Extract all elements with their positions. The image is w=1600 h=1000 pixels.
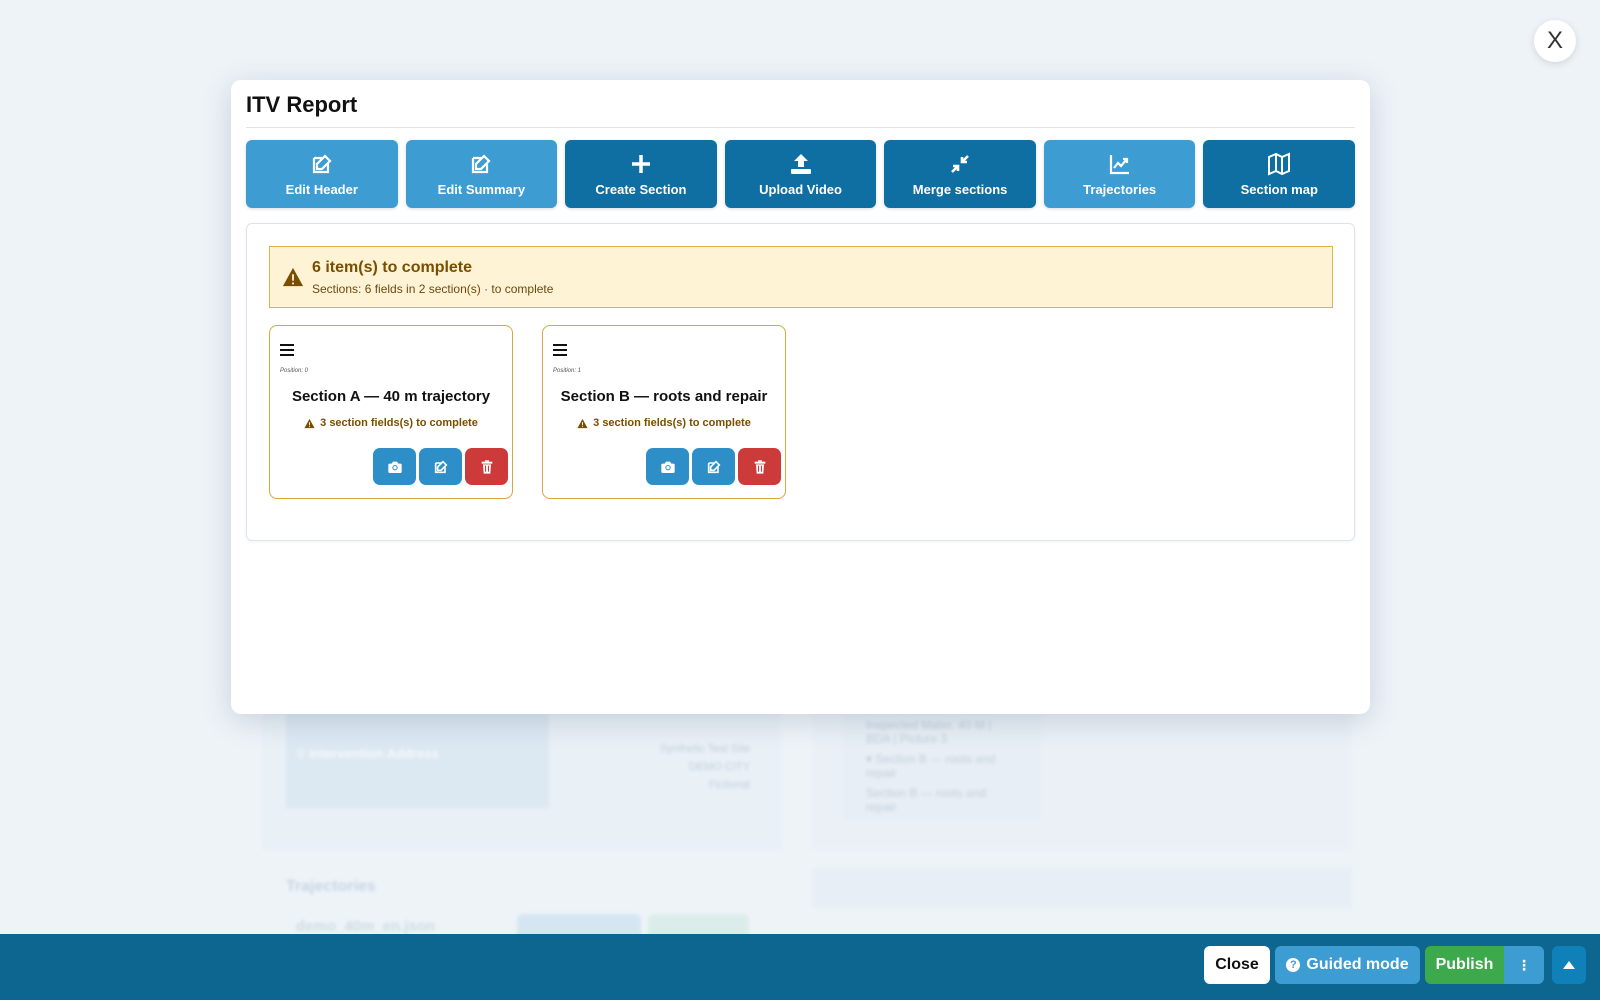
section-position: Position: 1: [553, 368, 582, 374]
plus-icon: [631, 154, 650, 173]
alert-title: 6 item(s) to complete: [312, 258, 473, 276]
trash-icon: [754, 459, 765, 474]
trajectories-button[interactable]: Trajectories: [1043, 140, 1196, 208]
sections-panel: 6 item(s) to complete Sections: 6 fields…: [246, 223, 1355, 541]
incomplete-items-alert: 6 item(s) to complete Sections: 6 fields…: [269, 246, 1333, 308]
section-photo-button[interactable]: [646, 448, 689, 485]
edit-icon: [312, 153, 332, 173]
drag-handle-icon[interactable]: [280, 344, 294, 356]
itv-report-modal: ITV Report Edit Header Edit Summary Crea…: [231, 80, 1370, 714]
trash-icon: [481, 459, 492, 474]
section-actions: [373, 448, 508, 485]
section-edit-button[interactable]: [419, 448, 462, 485]
bg-address-lines: Synthetic Test Site DEMO CITY Fictional: [659, 743, 750, 791]
line-chart-icon: [1109, 154, 1129, 174]
divider: [246, 127, 1355, 128]
more-options-button[interactable]: ⋮: [1504, 946, 1544, 984]
bg-trajectories-title: Trajectories: [286, 878, 376, 895]
bg-section-tree: Inspected Mater. 40 M | BDA | Picture 3 …: [842, 702, 1042, 820]
section-edit-button[interactable]: [692, 448, 735, 485]
camera-icon: [660, 461, 675, 473]
upload-icon: [790, 153, 811, 174]
section-card: Position: 0 Section A — 40 m trajectory …: [269, 325, 513, 499]
create-section-button[interactable]: Create Section: [565, 140, 717, 208]
edit-icon: [472, 153, 491, 173]
caret-up-icon: [1563, 961, 1575, 969]
camera-icon: [387, 461, 402, 473]
alert-text: 6 item(s) to complete Sections: 6 fields…: [312, 259, 553, 296]
scroll-up-button[interactable]: [1552, 946, 1586, 984]
warning-icon: [304, 418, 315, 428]
map-marker-icon: ⚲: [296, 746, 310, 761]
edit-header-button[interactable]: Edit Header: [246, 140, 398, 208]
edit-icon: [707, 460, 720, 473]
section-warning: 3 section fields(s) to complete: [270, 417, 512, 429]
bottom-action-bar: Close ? Guided mode Publish ⋮: [0, 934, 1600, 1000]
toolbar: Edit Header Edit Summary Create Section …: [246, 140, 1356, 208]
section-actions: [646, 448, 781, 485]
bg-trajectory-file: demo_40m_en.json: [296, 918, 436, 935]
close-button[interactable]: Close: [1204, 946, 1270, 984]
compress-icon: [951, 154, 970, 173]
modal-title: ITV Report: [246, 92, 358, 117]
alert-subtitle: Sections: 6 fields in 2 section(s) · to …: [312, 281, 554, 296]
edit-icon: [434, 460, 447, 473]
merge-sections-button[interactable]: Merge sections: [884, 140, 1036, 208]
section-delete-button[interactable]: [465, 448, 508, 485]
section-delete-button[interactable]: [738, 448, 781, 485]
drag-handle-icon[interactable]: [553, 344, 567, 356]
bg-right-strip: [812, 868, 1352, 908]
edit-summary-button[interactable]: Edit Summary: [405, 140, 558, 208]
warning-icon: [577, 418, 588, 428]
warning-icon: [282, 267, 304, 287]
question-icon: ?: [1286, 958, 1301, 972]
section-photo-button[interactable]: [373, 448, 416, 485]
section-warning: 3 section fields(s) to complete: [543, 417, 785, 429]
section-map-button[interactable]: Section map: [1203, 140, 1356, 208]
upload-video-button[interactable]: Upload Video: [724, 140, 877, 208]
section-card: Position: 1 Section B — roots and repair…: [542, 325, 786, 499]
guided-mode-button[interactable]: ? Guided mode: [1275, 946, 1420, 984]
section-title: Section B — roots and repair: [560, 388, 768, 405]
section-title: Section A — 40 m trajectory: [291, 388, 491, 405]
section-position: Position: 0: [280, 368, 309, 374]
publish-button[interactable]: Publish: [1425, 946, 1504, 984]
bg-intervention-address-label: ⚲ Intervention Address: [296, 746, 439, 761]
map-icon: [1268, 151, 1291, 176]
close-modal-button[interactable]: X: [1534, 20, 1576, 62]
